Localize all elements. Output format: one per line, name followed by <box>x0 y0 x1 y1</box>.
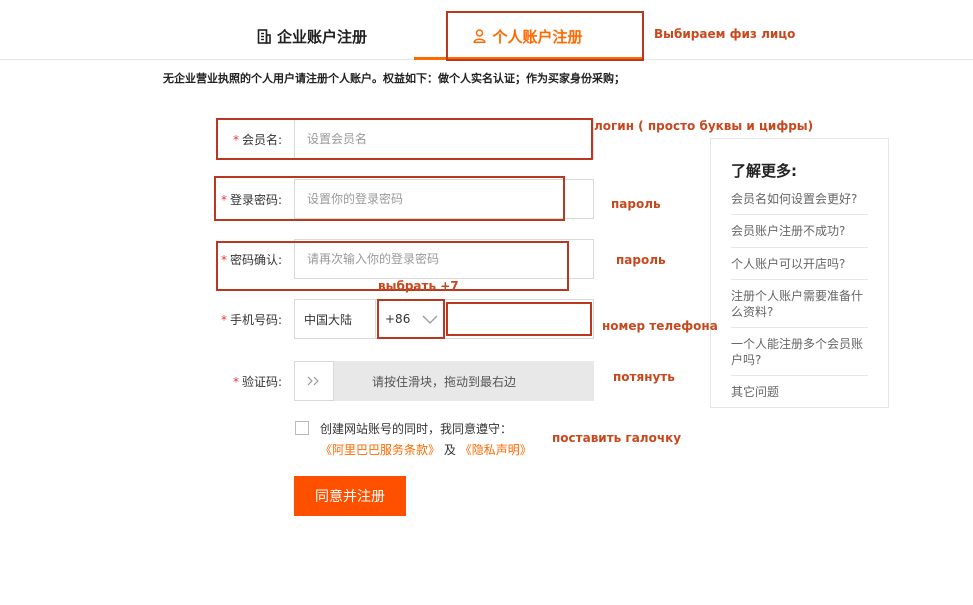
sidebar-divider <box>731 279 868 280</box>
sidebar-item[interactable]: 会员名如何设置会更好? <box>731 191 868 207</box>
sidebar-item[interactable]: 注册个人账户需要准备什么资料? <box>731 288 868 320</box>
chevron-down-icon <box>422 315 438 324</box>
agree-register-button[interactable]: 同意并注册 <box>294 476 406 516</box>
agreement-checkbox[interactable] <box>295 421 309 435</box>
required-star: * <box>232 133 239 147</box>
captcha-label: * 验证码: <box>232 375 282 389</box>
required-star: * <box>220 253 227 267</box>
member-name-label: * 会员名: <box>232 133 282 147</box>
captcha-slider-hint: 请按住滑块，拖动到最右边 <box>371 374 516 389</box>
required-star: * <box>232 375 239 389</box>
annotation-checkbox: поставить галочку <box>552 431 682 445</box>
annotation-tab: Выбираем физ лицо <box>654 27 796 41</box>
sidebar-item[interactable]: 其它问题 <box>731 384 868 400</box>
annotation-code: выбрать +7 <box>378 279 459 293</box>
privacy-link[interactable]: 《隐私声明》 <box>460 443 532 457</box>
sidebar-item[interactable]: 个人账户可以开店吗? <box>731 256 868 272</box>
required-star: * <box>220 313 227 327</box>
annotation-login: логин ( просто буквы и цифры) <box>594 119 814 133</box>
terms-link[interactable]: 《阿里巴巴服务条款》 <box>320 443 440 457</box>
country-code-value: +86 <box>385 312 411 326</box>
required-star: * <box>220 193 227 207</box>
account-type-note: 无企业营业执照的个人用户请注册个人账户。权益如下：做个人实名认证；作为买家身份采… <box>163 72 625 85</box>
tab-personal-account[interactable]: 个人账户注册 <box>414 14 642 58</box>
annotation-password: пароль <box>611 197 661 211</box>
phone-number-input[interactable] <box>444 299 594 339</box>
country-code-select[interactable]: +86 <box>376 299 444 339</box>
building-icon <box>257 28 271 44</box>
sidebar-item[interactable]: 会员账户注册不成功? <box>731 223 868 239</box>
sidebar-divider <box>731 214 868 215</box>
agreement-text: 创建网站账号的同时，我同意遵守： 《阿里巴巴服务条款》 及 《隐私声明》 <box>320 422 532 457</box>
captcha-slider-handle[interactable] <box>294 361 334 401</box>
phone-region-select[interactable]: 中国大陆 <box>294 299 376 339</box>
phone-label: * 手机号码: <box>220 313 282 327</box>
phone-region-value: 中国大陆 <box>304 312 353 327</box>
sidebar-item[interactable]: 一个人能注册多个会员账户吗? <box>731 336 868 368</box>
sidebar-divider <box>731 327 868 328</box>
annotation-password-confirm: пароль <box>616 253 666 267</box>
password-confirm-label: * 密码确认: <box>220 253 282 267</box>
password-confirm-input[interactable] <box>294 239 594 279</box>
annotation-slider: потянуть <box>613 370 675 384</box>
password-input[interactable] <box>294 179 594 219</box>
tab-company-account[interactable]: 企业账户注册 <box>222 14 402 58</box>
password-label: * 登录密码: <box>220 193 282 207</box>
double-chevron-right-icon <box>307 376 319 386</box>
annotation-phone: номер телефона <box>602 319 718 333</box>
member-name-input[interactable] <box>294 119 594 159</box>
user-icon <box>473 29 487 43</box>
tab-company-label: 企业账户注册 <box>276 27 367 46</box>
sidebar-title: 了解更多: <box>731 162 797 180</box>
active-tab-indicator <box>414 57 642 60</box>
sidebar-divider <box>731 375 868 376</box>
tab-personal-label: 个人账户注册 <box>492 27 583 46</box>
sidebar-divider <box>731 247 868 248</box>
